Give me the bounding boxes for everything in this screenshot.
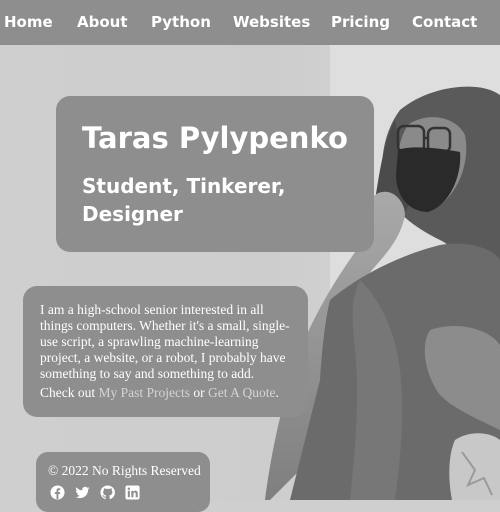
facebook-icon[interactable]	[50, 485, 65, 500]
nav-contact[interactable]: Contact	[412, 0, 477, 45]
hero-name: Taras Pylypenko	[82, 121, 348, 155]
nav-websites[interactable]: Websites	[233, 0, 310, 45]
copyright-text: © 2022 No Rights Reserved	[48, 463, 201, 478]
nav-python[interactable]: Python	[151, 0, 211, 45]
twitter-icon[interactable]	[75, 485, 90, 500]
nav-home[interactable]: Home	[4, 0, 53, 45]
footer-card: © 2022 No Rights Reserved	[36, 452, 210, 512]
about-text: I am a high-school senior interested in …	[40, 302, 290, 381]
past-projects-link[interactable]: My Past Projects	[99, 385, 191, 400]
github-icon[interactable]	[100, 485, 115, 500]
cta-or: or	[190, 385, 209, 400]
cta-prefix: Check out	[40, 385, 99, 400]
hero-tagline: Student, Tinkerer, Designer	[82, 174, 286, 226]
linkedin-icon[interactable]	[125, 485, 140, 500]
social-links	[50, 485, 146, 501]
top-nav: Home About Python Websites Pricing Conta…	[0, 0, 500, 45]
about-card: I am a high-school senior interested in …	[23, 286, 308, 417]
nav-about[interactable]: About	[77, 0, 128, 45]
hero-card: Taras Pylypenko Student, Tinkerer, Desig…	[56, 96, 374, 252]
cta-line: Check out My Past Projects or Get A Quot…	[40, 385, 279, 401]
nav-pricing[interactable]: Pricing	[331, 0, 390, 45]
get-quote-link[interactable]: Get A Quote	[208, 385, 276, 400]
cta-suffix: .	[275, 385, 279, 400]
